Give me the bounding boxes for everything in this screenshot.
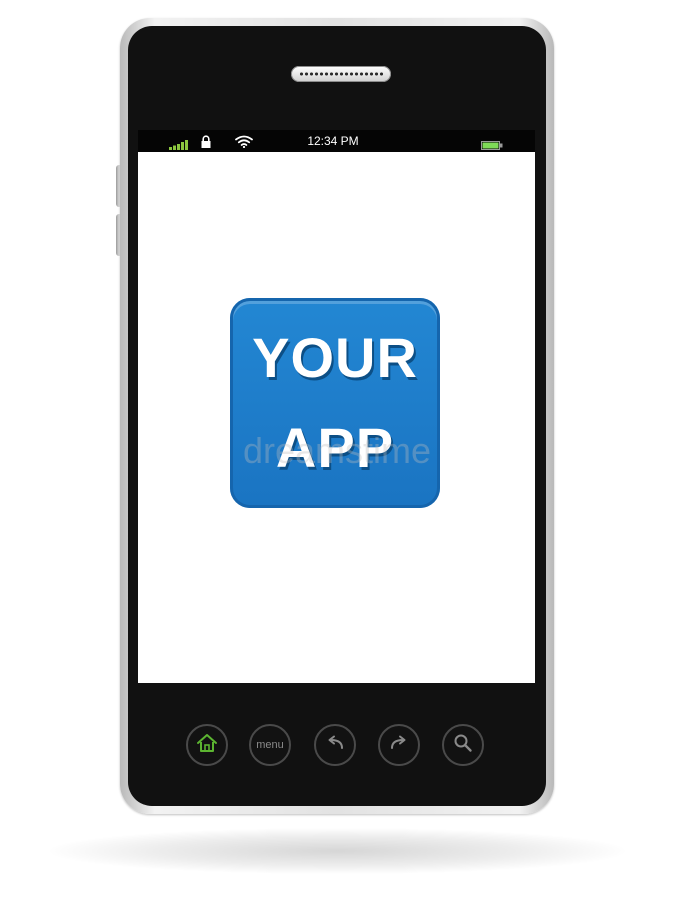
back-arrow-icon <box>325 735 345 756</box>
back-button[interactable] <box>314 724 356 766</box>
app-icon-line1: YOUR <box>252 326 418 389</box>
app-icon-line2: APP <box>275 416 395 479</box>
menu-button[interactable]: menu <box>249 724 291 766</box>
wifi-icon <box>235 135 253 153</box>
phone-shadow <box>50 828 625 874</box>
forward-arrow-icon <box>389 735 409 756</box>
earpiece-speaker <box>291 66 391 82</box>
search-icon <box>453 733 473 758</box>
status-time: 12:34 PM <box>307 134 359 148</box>
home-button[interactable] <box>186 724 228 766</box>
forward-button[interactable] <box>378 724 420 766</box>
menu-button-label: menu <box>256 738 284 751</box>
your-app-icon[interactable]: YOUR APP <box>230 298 440 508</box>
signal-bars-icon <box>169 137 189 155</box>
home-icon <box>196 733 218 758</box>
battery-icon <box>481 137 503 155</box>
phone-screen: 12:34 PM YOUR APP dreamstime <box>138 130 535 683</box>
status-bar: 12:34 PM <box>138 130 535 152</box>
speaker-grille <box>299 71 383 77</box>
lock-icon <box>201 135 211 153</box>
search-button[interactable] <box>442 724 484 766</box>
stage: 12:34 PM YOUR APP dreamstime menu <box>0 0 675 900</box>
